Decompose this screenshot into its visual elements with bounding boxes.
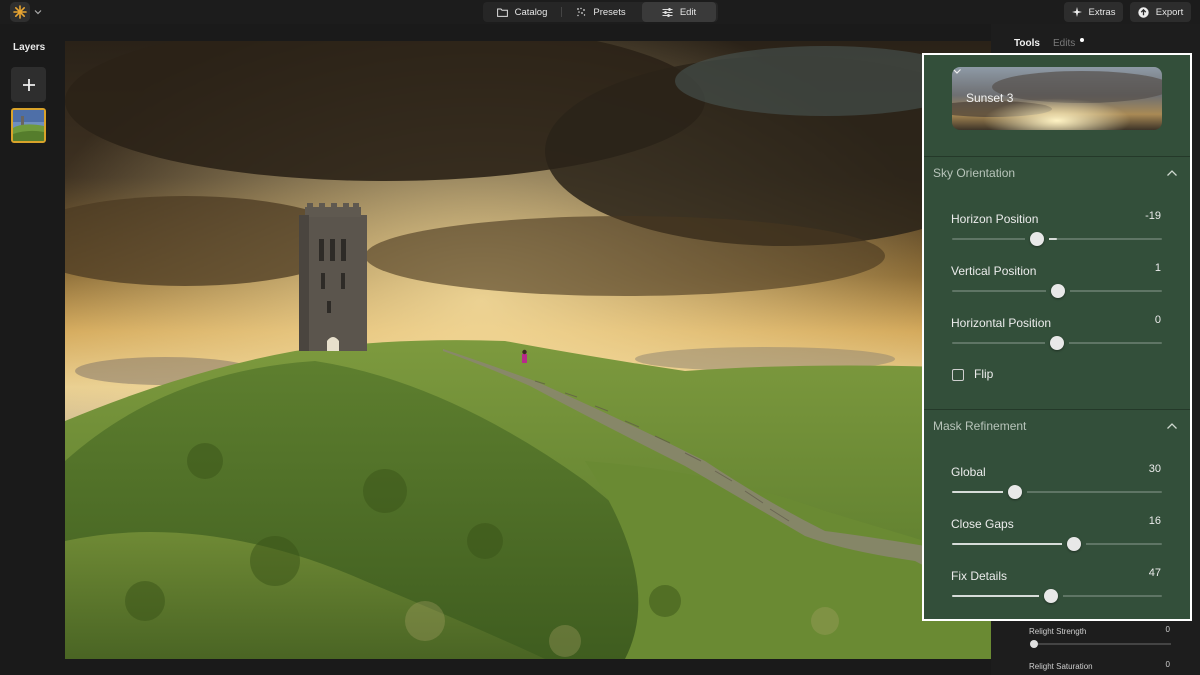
horizon-position-slider[interactable]: [952, 232, 1162, 246]
slider-knob[interactable]: [1030, 640, 1038, 648]
slider-knob[interactable]: [1030, 232, 1044, 246]
tab-tools[interactable]: Tools: [1014, 38, 1040, 49]
mask-refinement-header[interactable]: Mask Refinement: [933, 419, 1026, 433]
export-label: Export: [1155, 6, 1184, 18]
layer-thumbnail[interactable]: [11, 108, 46, 143]
global-value[interactable]: 30: [1149, 463, 1161, 475]
horizon-position-label: Horizon Position: [951, 212, 1039, 226]
sparkle-dots-icon: [577, 7, 586, 17]
tower-shape: [299, 203, 367, 351]
flip-checkbox[interactable]: [952, 369, 964, 381]
global-slider[interactable]: [952, 485, 1162, 499]
extras-button[interactable]: Extras: [1064, 2, 1123, 22]
chevron-up-icon[interactable]: [1166, 422, 1178, 430]
relight-strength-label: Relight Strength: [1029, 627, 1087, 636]
tab-edit[interactable]: Edit: [642, 2, 716, 22]
slider-knob[interactable]: [1008, 485, 1022, 499]
slider-knob[interactable]: [1044, 589, 1058, 603]
export-button[interactable]: Export: [1130, 2, 1191, 22]
export-icon: [1138, 6, 1149, 18]
sparkle-icon: [1071, 7, 1082, 17]
relight-saturation-value[interactable]: 0: [1160, 660, 1170, 669]
mode-divider: [561, 7, 562, 17]
sky-replacement-panel: Sunset 3 Sky Orientation Horizon Positio…: [922, 53, 1192, 621]
global-label: Global: [951, 465, 986, 479]
horizontal-position-slider[interactable]: [952, 336, 1162, 350]
flip-label: Flip: [974, 367, 994, 381]
fix-details-slider[interactable]: [952, 589, 1162, 603]
tab-presets[interactable]: Presets: [563, 2, 639, 22]
vertical-position-label: Vertical Position: [951, 264, 1037, 278]
chevron-up-icon[interactable]: [1166, 169, 1178, 177]
section-divider: [924, 156, 1190, 157]
landscape-photo: [65, 41, 991, 659]
sliders-icon: [662, 7, 673, 17]
tab-catalog[interactable]: Catalog: [483, 2, 561, 22]
horizontal-position-label: Horizontal Position: [951, 316, 1052, 330]
horizon-position-value[interactable]: -19: [1145, 210, 1161, 222]
sky-orientation-header[interactable]: Sky Orientation: [933, 166, 1015, 180]
sun-logo-icon: [10, 2, 30, 22]
photo-canvas[interactable]: [65, 41, 991, 659]
slider-knob[interactable]: [1051, 284, 1065, 298]
tab-edits[interactable]: Edits: [1053, 38, 1075, 49]
fix-details-label: Fix Details: [951, 569, 1008, 583]
slider-knob[interactable]: [1067, 537, 1081, 551]
app-menu-button[interactable]: [10, 2, 46, 22]
close-gaps-label: Close Gaps: [951, 517, 1014, 531]
relight-saturation-label: Relight Saturation: [1029, 662, 1093, 671]
slider-fill: [952, 543, 1066, 545]
tab-edit-label: Edit: [679, 6, 697, 18]
plus-icon: [22, 78, 35, 91]
sky-preset-dropdown[interactable]: Sunset 3: [952, 67, 1162, 130]
section-divider: [924, 409, 1190, 410]
close-gaps-slider[interactable]: [952, 537, 1162, 551]
edits-indicator-dot: [1080, 38, 1084, 42]
folder-icon: [496, 8, 508, 17]
layers-title: Layers: [13, 42, 46, 53]
fix-details-value[interactable]: 47: [1149, 567, 1161, 579]
add-layer-button[interactable]: [11, 67, 46, 102]
relight-strength-slider[interactable]: [1030, 640, 1171, 648]
vertical-position-value[interactable]: 1: [1155, 262, 1161, 274]
slider-knob[interactable]: [1050, 336, 1064, 350]
extras-label: Extras: [1088, 6, 1116, 18]
relight-strength-value[interactable]: 0: [1160, 625, 1170, 634]
sky-preset-name: Sunset 3: [966, 91, 1014, 105]
mode-switcher: Catalog Presets Edit: [483, 2, 718, 22]
vertical-position-slider[interactable]: [952, 284, 1162, 298]
close-gaps-value[interactable]: 16: [1149, 515, 1161, 527]
horizontal-position-value[interactable]: 0: [1155, 314, 1161, 326]
chevron-down-icon: [34, 10, 42, 15]
slider-fill: [952, 595, 1043, 597]
layer-preview-image: [13, 110, 44, 141]
chevron-down-icon: [953, 69, 961, 74]
slider-fill: [952, 491, 1007, 493]
tab-presets-label: Presets: [593, 6, 626, 18]
top-toolbar: Catalog Presets Edit Extras Export: [0, 0, 1200, 24]
tab-catalog-label: Catalog: [514, 6, 548, 18]
